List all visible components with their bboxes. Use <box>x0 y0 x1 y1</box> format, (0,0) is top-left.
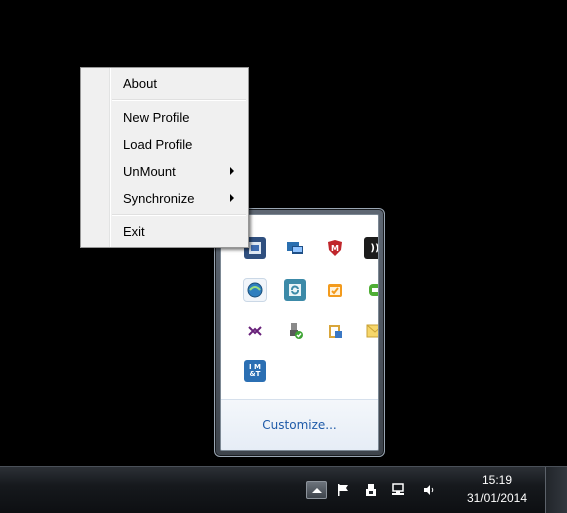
show-desktop-button[interactable] <box>545 467 567 513</box>
menu-item-label: About <box>123 75 157 91</box>
task-check-icon[interactable] <box>324 279 346 301</box>
menu-item-exit[interactable]: Exit <box>83 220 246 242</box>
menu-item-unmount[interactable]: UnMount <box>83 160 246 182</box>
svg-text:M: M <box>331 244 339 253</box>
menu-item-label: Synchronize <box>123 190 195 206</box>
network-monitor-icon[interactable] <box>284 237 306 259</box>
chevron-up-icon <box>311 487 322 493</box>
menu-item-label: Exit <box>123 223 145 239</box>
notification-overflow-content: M )) I M &T Customize... <box>220 214 379 451</box>
usb-safe-remove-icon[interactable] <box>284 320 306 342</box>
submenu-arrow-icon <box>230 194 234 202</box>
sync-icon[interactable] <box>284 279 306 301</box>
show-hidden-icons-button[interactable] <box>306 481 327 499</box>
action-center-flag-icon[interactable] <box>334 481 352 499</box>
app-globe-icon[interactable] <box>243 278 267 302</box>
network-icon[interactable] <box>390 481 408 499</box>
menu-item-new-profile[interactable]: New Profile <box>83 106 246 128</box>
taskbar: 15:19 31/01/2014 <box>0 466 567 513</box>
volume-icon[interactable] <box>420 481 438 499</box>
menu-item-about[interactable]: About <box>83 72 246 94</box>
menu-separator <box>112 214 246 216</box>
menu-item-synchronize[interactable]: Synchronize <box>83 187 246 209</box>
mcafee-icon[interactable]: M <box>324 237 346 259</box>
wireless-icon[interactable]: )) <box>364 237 378 259</box>
customize-area: Customize... <box>221 399 378 450</box>
tray-context-menu: About New Profile Load Profile UnMount S… <box>80 67 249 248</box>
menu-item-load-profile[interactable]: Load Profile <box>83 133 246 155</box>
visual-studio-icon[interactable] <box>244 320 266 342</box>
clock-time: 15:19 <box>481 473 513 487</box>
clipboard-icon[interactable] <box>324 320 346 342</box>
safely-remove-hardware-icon[interactable] <box>362 481 380 499</box>
imat-icon[interactable]: I M &T <box>244 360 266 382</box>
menu-item-label: UnMount <box>123 163 176 179</box>
clock-date: 31/01/2014 <box>466 491 528 505</box>
submenu-arrow-icon <box>230 167 234 175</box>
mail-icon[interactable] <box>364 320 378 342</box>
menu-item-label: New Profile <box>123 109 190 125</box>
menu-item-label: Load Profile <box>123 136 193 152</box>
green-app-icon[interactable] <box>364 279 378 301</box>
taskbar-clock[interactable]: 15:19 31/01/2014 <box>458 471 536 507</box>
customize-link[interactable]: Customize... <box>262 418 336 432</box>
menu-separator <box>112 99 246 101</box>
